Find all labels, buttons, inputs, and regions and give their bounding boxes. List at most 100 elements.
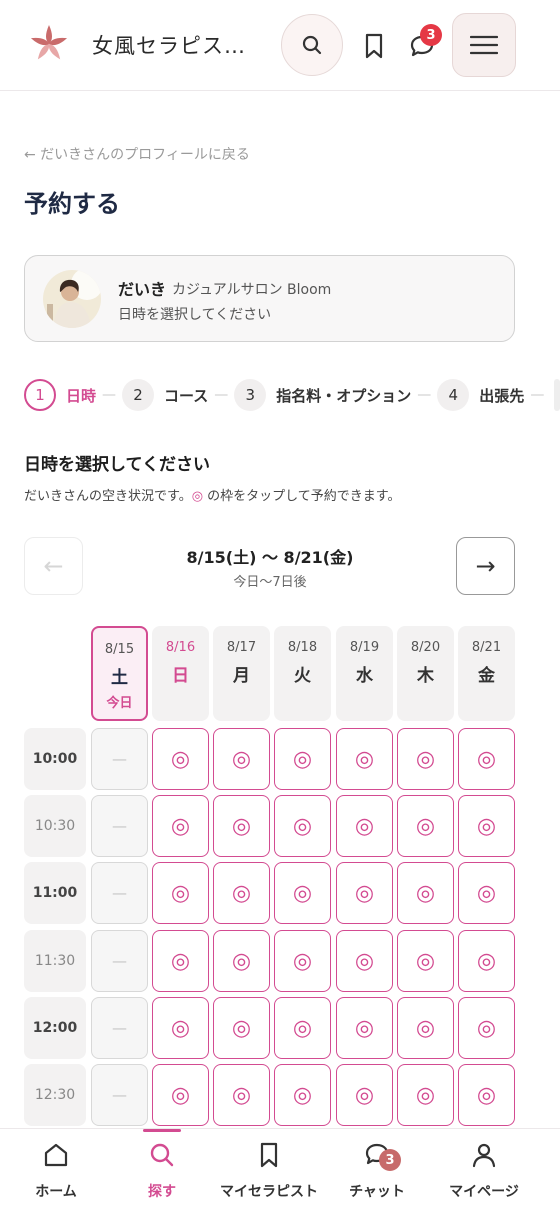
nav-my-page[interactable]: マイページ	[428, 1129, 540, 1213]
chat-button[interactable]: 3	[402, 24, 442, 66]
time-label: 11:00	[24, 862, 86, 924]
slot-available[interactable]: ◎	[458, 1064, 515, 1126]
slot-available[interactable]: ◎	[152, 1064, 209, 1126]
day-date: 8/20	[410, 640, 441, 655]
nav-search[interactable]: 探す	[106, 1129, 218, 1213]
day-header: 8/16 日	[152, 626, 209, 721]
therapist-salon: カジュアルサロン Bloom	[172, 282, 332, 298]
app-title[interactable]: 女風セラピス…	[92, 30, 246, 60]
search-icon	[302, 35, 322, 55]
day-date: 8/18	[287, 640, 318, 655]
slot-available[interactable]: ◎	[274, 997, 331, 1059]
slot-available[interactable]: ◎	[458, 728, 515, 790]
nav-my-therapist[interactable]: マイセラピスト	[213, 1129, 325, 1213]
slot-available[interactable]: ◎	[397, 728, 454, 790]
slot-available[interactable]: ◎	[458, 997, 515, 1059]
slot-available[interactable]: ◎	[274, 795, 331, 857]
slot-available[interactable]: ◎	[458, 930, 515, 992]
slot-available[interactable]: ◎	[336, 795, 393, 857]
slot-unavailable: —	[91, 728, 148, 790]
bookmark-button[interactable]	[356, 28, 392, 64]
back-to-profile-link[interactable]: ← だいきさんのプロフィールに戻る	[24, 144, 250, 164]
step-separator: —	[102, 387, 117, 403]
slot-available[interactable]: ◎	[336, 1064, 393, 1126]
slot-available[interactable]: ◎	[336, 997, 393, 1059]
slot-available[interactable]: ◎	[458, 862, 515, 924]
nav-home[interactable]: ホーム	[0, 1129, 112, 1213]
nav-label: チャット	[349, 1184, 405, 1200]
slot-available[interactable]: ◎	[458, 795, 515, 857]
prev-week-button[interactable]: ←	[24, 537, 83, 595]
day-of-week: 火	[294, 666, 311, 686]
slot-available[interactable]: ◎	[213, 930, 270, 992]
search-icon	[150, 1143, 174, 1167]
day-of-week: 月	[233, 666, 250, 686]
day-header: 8/17 月	[213, 626, 270, 721]
slot-available[interactable]: ◎	[336, 862, 393, 924]
step-next-placeholder	[554, 379, 560, 411]
app-header: 女風セラピス… 3	[0, 0, 560, 91]
step-number: 4	[437, 379, 470, 411]
slot-available[interactable]: ◎	[397, 795, 454, 857]
slot-available[interactable]: ◎	[336, 728, 393, 790]
week-range: 8/15(土) 〜 8/21(金)	[186, 548, 354, 567]
desc-text: だいきさんの空き状況です。	[24, 489, 192, 504]
therapist-card: だいき カジュアルサロン Bloom 日時を選択してください	[24, 255, 515, 342]
day-date: 8/15	[104, 642, 135, 657]
slot-available[interactable]: ◎	[397, 997, 454, 1059]
week-range-subtitle: 今日〜7日後	[233, 575, 307, 590]
slot-available[interactable]: ◎	[274, 728, 331, 790]
booking-steps: 1 日時 — 2 コース — 3 指名料・オプション — 4 出張先 —	[24, 378, 560, 412]
slot-available[interactable]: ◎	[152, 795, 209, 857]
day-of-week: 土	[111, 668, 128, 688]
step-separator: —	[530, 387, 545, 403]
day-header: 8/21 金	[458, 626, 515, 721]
slot-available[interactable]: ◎	[213, 997, 270, 1059]
step-label: 出張先	[479, 386, 525, 405]
slot-available[interactable]: ◎	[274, 930, 331, 992]
next-week-button[interactable]: →	[456, 537, 515, 595]
slot-available[interactable]: ◎	[152, 997, 209, 1059]
therapist-card-subtitle: 日時を選択してください	[118, 307, 272, 323]
slot-available[interactable]: ◎	[213, 795, 270, 857]
time-label: 10:00	[24, 728, 86, 790]
slot-available[interactable]: ◎	[397, 862, 454, 924]
chat-notification-badge: 3	[379, 1149, 401, 1171]
home-icon	[44, 1143, 68, 1167]
nav-chat[interactable]: 3 チャット	[321, 1129, 433, 1213]
available-mark: ◎	[191, 489, 204, 504]
menu-button[interactable]	[452, 13, 516, 77]
step-label: 指名料・オプション	[276, 386, 412, 405]
nav-label: ホーム	[35, 1184, 77, 1200]
slot-available[interactable]: ◎	[213, 1064, 270, 1126]
active-indicator	[143, 1129, 181, 1132]
day-date: 8/16	[165, 640, 196, 655]
slot-available[interactable]: ◎	[397, 930, 454, 992]
step-datetime: 1 日時	[24, 379, 96, 411]
day-of-week: 水	[356, 666, 373, 686]
slot-unavailable: —	[91, 862, 148, 924]
step-separator: —	[214, 387, 229, 403]
slot-available[interactable]: ◎	[336, 930, 393, 992]
bookmark-icon	[260, 1142, 278, 1168]
nav-label: 探す	[148, 1184, 176, 1200]
step-separator: —	[417, 387, 432, 403]
section-title: 日時を選択してください	[24, 455, 210, 475]
day-of-week: 金	[478, 666, 495, 686]
slot-available[interactable]: ◎	[152, 862, 209, 924]
step-label: コース	[164, 386, 209, 405]
slot-available[interactable]: ◎	[213, 728, 270, 790]
section-description: だいきさんの空き状況です。◎ の枠をタップして予約できます。	[24, 485, 401, 504]
slot-available[interactable]: ◎	[213, 862, 270, 924]
slot-available[interactable]: ◎	[152, 728, 209, 790]
slot-available[interactable]: ◎	[397, 1064, 454, 1126]
slot-available[interactable]: ◎	[274, 1064, 331, 1126]
flower-logo-icon[interactable]	[28, 24, 70, 64]
slot-available[interactable]: ◎	[152, 930, 209, 992]
day-date: 8/21	[471, 640, 502, 655]
search-button[interactable]	[281, 14, 343, 76]
chat-notification-badge: 3	[420, 24, 442, 46]
day-of-week: 木	[417, 666, 434, 686]
time-label: 12:30	[24, 1064, 86, 1126]
slot-available[interactable]: ◎	[274, 862, 331, 924]
